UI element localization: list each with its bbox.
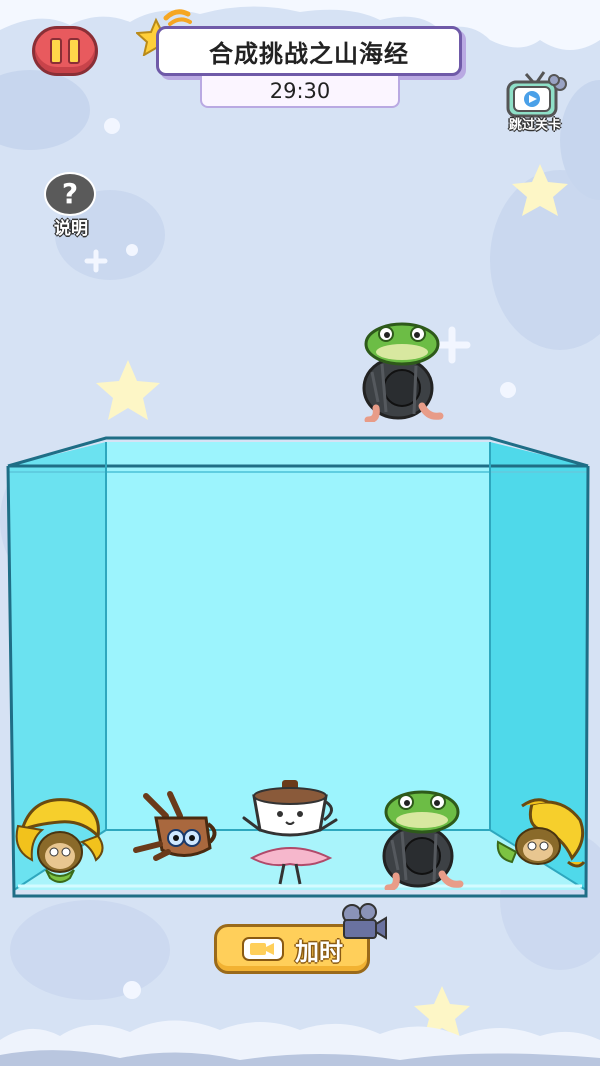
coffee-cup-ballerina-piece[interactable]: [240, 778, 340, 890]
add-time-label: 加时: [295, 937, 343, 966]
pause-icon: [50, 38, 62, 64]
coffee-pot-piece[interactable]: [126, 788, 220, 868]
level-title-banner: 合成挑战之山海经: [156, 26, 462, 76]
question-icon: ?: [44, 172, 96, 216]
countdown-timer: 29:30: [200, 76, 400, 108]
film-camera-icon: [342, 903, 387, 940]
banana-monkey-piece[interactable]: [492, 796, 588, 876]
falling-frog-tire-piece[interactable]: [356, 322, 446, 422]
banana-monkey-piece[interactable]: [12, 790, 108, 886]
timer-text: 29:30: [269, 79, 331, 103]
help-button[interactable]: ? 说明: [38, 172, 104, 239]
tv-video-icon: [506, 71, 567, 118]
skip-level-label: 跳过关卡: [508, 118, 561, 133]
level-title: 合成挑战之山海经: [209, 39, 409, 68]
help-label: 说明: [54, 219, 88, 239]
frog-tire-piece[interactable]: [376, 790, 466, 890]
pause-button[interactable]: [32, 26, 98, 76]
video-camera-icon: [242, 937, 284, 961]
skip-level-button[interactable]: 跳过关卡: [496, 70, 574, 133]
